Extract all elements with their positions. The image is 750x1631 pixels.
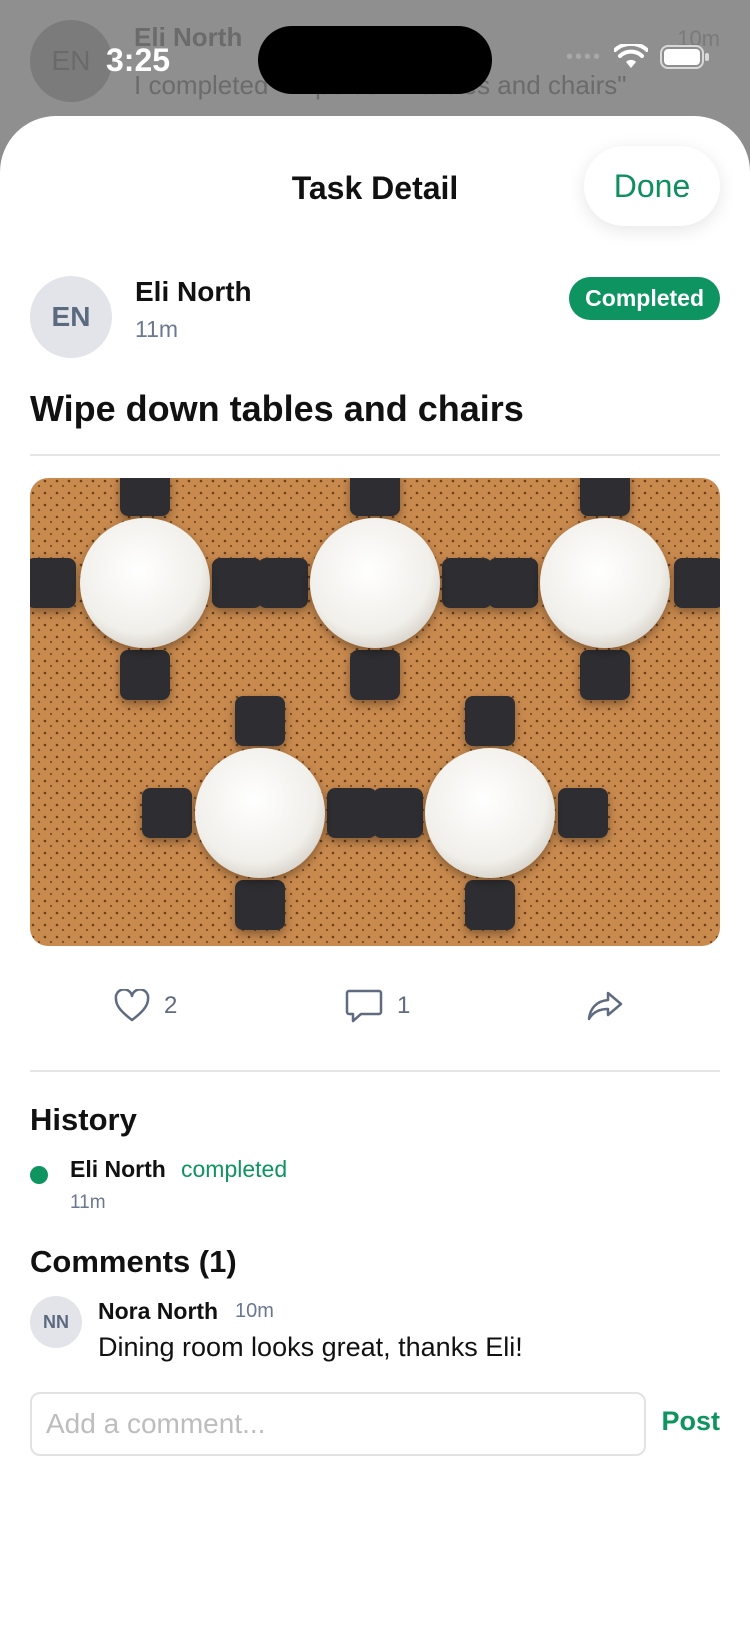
like-count: 2 [164, 992, 178, 1019]
share-button[interactable] [586, 966, 624, 1046]
author-name: Eli North [135, 276, 252, 307]
like-button[interactable]: 2 [114, 966, 177, 1046]
history-action: completed [181, 1156, 288, 1182]
posted-time: 11m [135, 316, 179, 342]
comment-time: 10m [235, 1300, 274, 1322]
comments-heading: Comments (1) [30, 1244, 237, 1279]
done-button[interactable]: Done [584, 146, 720, 226]
action-bar: 2 1 [0, 966, 750, 1046]
status-time: 3:25 [106, 42, 171, 78]
task-photo[interactable] [30, 478, 720, 946]
history-name: Eli North [70, 1156, 166, 1182]
comment-input[interactable] [30, 1392, 646, 1456]
author-avatar[interactable]: EN [30, 276, 112, 358]
comment-button[interactable]: 1 [345, 966, 410, 1046]
background-avatar: EN [30, 20, 112, 102]
signal-icon: •••• [565, 45, 602, 68]
dynamic-island [258, 26, 492, 94]
status-icons: •••• [566, 44, 710, 70]
battery-icon [660, 45, 709, 69]
wifi-icon [614, 44, 648, 68]
commenter-name: Nora North [98, 1298, 219, 1324]
post-button[interactable]: Post [661, 1406, 720, 1437]
share-icon [587, 991, 623, 1021]
comment-icon [345, 989, 383, 1023]
status-badge: Completed [569, 277, 720, 320]
history-heading: History [30, 1102, 137, 1137]
dining-tables-photo-icon [30, 478, 720, 946]
divider [30, 454, 720, 456]
history-time: 11m [70, 1192, 106, 1213]
history-status-dot [30, 1166, 48, 1184]
divider [30, 1070, 720, 1072]
task-detail-sheet: Task Detail Done EN Eli North 11m Comple… [0, 116, 750, 1631]
comment-text: Dining room looks great, thanks Eli! [98, 1332, 523, 1362]
comment-count: 1 [397, 992, 411, 1019]
task-title: Wipe down tables and chairs [30, 388, 524, 429]
commenter-avatar[interactable]: NN [30, 1296, 82, 1348]
heart-icon [114, 989, 150, 1022]
